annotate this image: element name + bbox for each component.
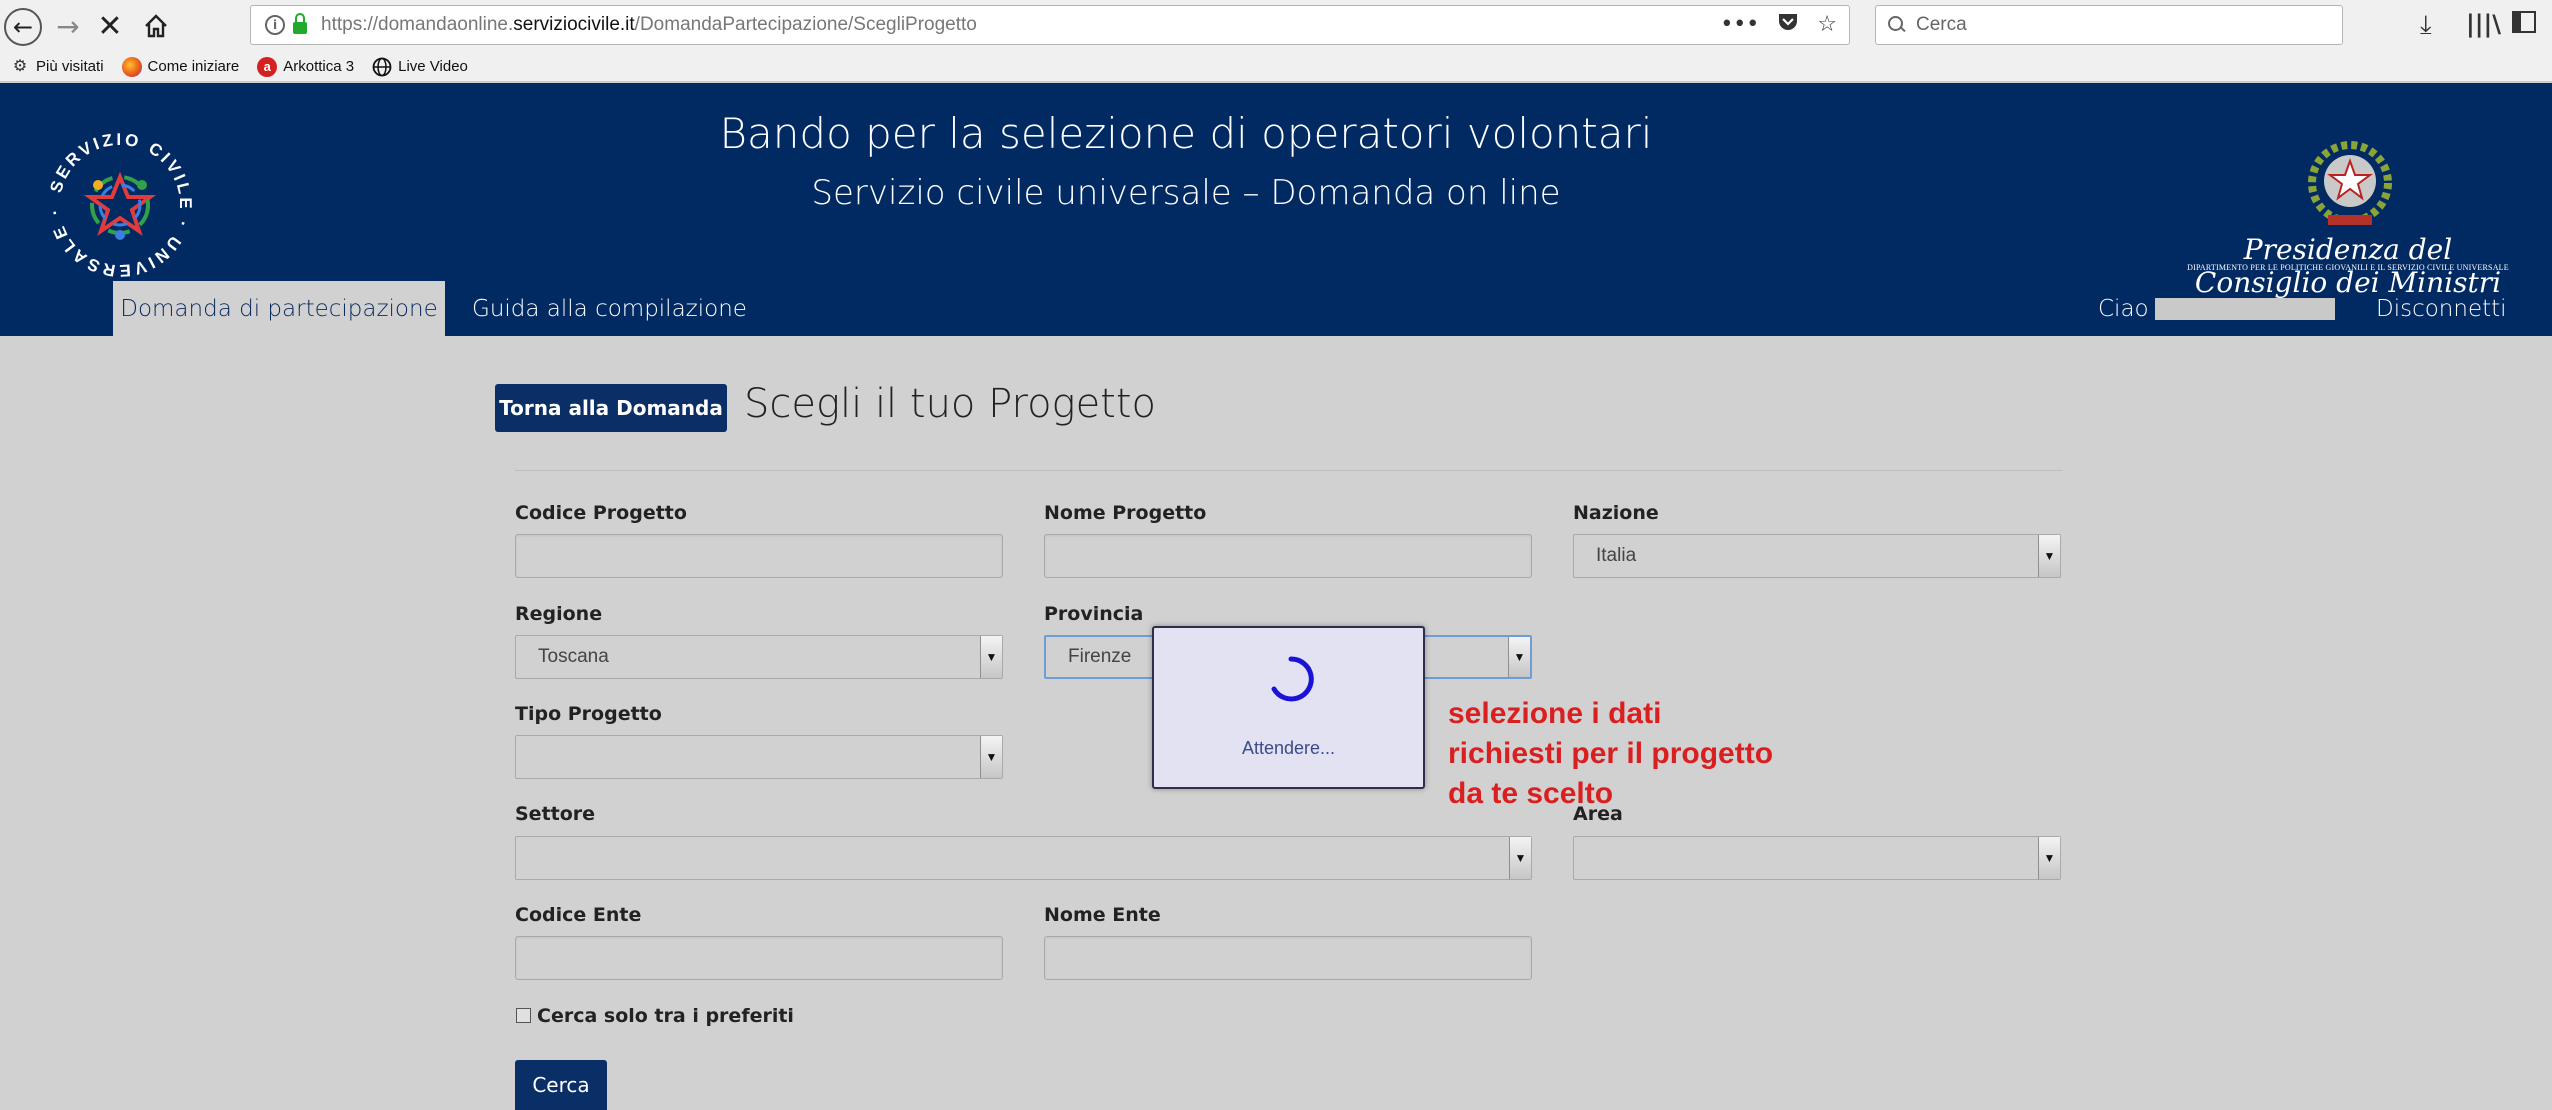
sidebar-icon[interactable] — [2512, 10, 2536, 40]
loading-text: Attendere... — [1241, 738, 1336, 758]
nazione-select[interactable]: Italia ▼ — [1573, 534, 2061, 578]
stop-loading-icon[interactable]: ✕ — [92, 8, 128, 44]
nome-ente-label: Nome Ente — [1044, 904, 1161, 926]
tab-domanda-partecipazione[interactable]: Domanda di partecipazione — [113, 281, 445, 336]
header-subtitle: Servizio civile universale – Domanda on … — [811, 173, 1561, 213]
page-actions-icon[interactable]: ••• — [1720, 12, 1759, 38]
back-to-application-button[interactable]: Torna alla Domanda — [495, 384, 727, 432]
address-bar[interactable]: i https://domandaonline.serviziocivile.i… — [250, 5, 1850, 45]
codice-ente-input[interactable] — [515, 936, 1003, 980]
forward-arrow-icon[interactable]: → — [50, 8, 86, 44]
settore-select[interactable]: ▼ — [515, 836, 1532, 880]
bookmarks-toolbar: ⚙ Più visitati Come iniziare a Arkottica… — [0, 52, 2552, 82]
codice-ente-label: Codice Ente — [515, 904, 642, 926]
lock-icon — [293, 13, 307, 34]
firefox-icon — [121, 56, 142, 77]
browser-toolbar: ← → ✕ i https://domandaonline.servizioci… — [0, 0, 2552, 52]
settore-label: Settore — [515, 803, 596, 825]
provincia-label: Provincia — [1044, 603, 1144, 625]
page-title: Scegli il tuo Progetto — [744, 381, 1157, 427]
dropdown-arrow-icon[interactable]: ▼ — [980, 736, 1002, 778]
bookmark-most-visited[interactable]: ⚙ Più visitati — [10, 57, 104, 77]
nome-progetto-label: Nome Progetto — [1044, 502, 1207, 524]
tipo-progetto-select[interactable]: ▼ — [515, 735, 1003, 779]
back-arrow-icon[interactable]: ← — [4, 8, 42, 46]
header-title: Bando per la selezione di operatori volo… — [719, 109, 1653, 158]
nazione-label: Nazione — [1573, 502, 1659, 524]
search-input[interactable]: Cerca — [1916, 14, 1967, 36]
bookmark-getting-started[interactable]: Come iniziare — [121, 56, 239, 77]
redacted-username — [2154, 297, 2335, 320]
loading-spinner-icon — [1271, 656, 1314, 702]
codice-progetto-label: Codice Progetto — [515, 502, 687, 524]
logout-link[interactable]: Disconnetti — [2376, 281, 2507, 336]
presidency-department: DIPARTIMENTO PER LE POLITICHE GIOVANILI … — [2187, 263, 2509, 272]
dropdown-arrow-icon[interactable]: ▼ — [1509, 837, 1531, 879]
tipo-progetto-label: Tipo Progetto — [515, 703, 662, 725]
nome-progetto-input[interactable] — [1044, 534, 1532, 578]
italian-republic-emblem-icon — [2300, 135, 2400, 235]
site-header: SERVIZIO CIVILE · UNIVERSALE · Bando per… — [0, 83, 2552, 336]
dropdown-arrow-icon[interactable]: ▼ — [2038, 535, 2060, 577]
search-bar[interactable]: Cerca — [1875, 5, 2343, 45]
dropdown-arrow-icon[interactable]: ▼ — [980, 636, 1002, 678]
loading-dialog: Attendere... — [1152, 626, 1425, 789]
area-select[interactable]: ▼ — [1573, 836, 2061, 880]
tab-guida-compilazione[interactable]: Guida alla compilazione — [472, 281, 747, 336]
dropdown-arrow-icon[interactable]: ▼ — [2038, 837, 2060, 879]
download-icon[interactable]: ⤓ — [2420, 10, 2432, 41]
nome-ente-input[interactable] — [1044, 936, 1532, 980]
regione-label: Regione — [515, 603, 603, 625]
regione-select[interactable]: Toscana ▼ — [515, 635, 1003, 679]
codice-progetto-input[interactable] — [515, 534, 1003, 578]
search-icon — [1888, 16, 1906, 34]
gear-icon: ⚙ — [12, 57, 28, 75]
bookmark-star-icon[interactable]: ☆ — [1817, 12, 1837, 38]
dropdown-arrow-icon[interactable]: ▼ — [1508, 637, 1530, 677]
url-text[interactable]: https://domandaonline.serviziocivile.it/… — [321, 14, 977, 36]
user-greeting: Ciao — [2098, 281, 2335, 336]
search-button[interactable]: Cerca — [515, 1060, 607, 1110]
arkottica-icon: a — [257, 56, 278, 77]
favorites-checkbox[interactable] — [516, 1008, 531, 1023]
bookmark-live-video[interactable]: Live Video — [372, 57, 468, 77]
favorites-checkbox-label[interactable]: Cerca solo tra i preferiti — [537, 1005, 794, 1027]
site-info-icon[interactable]: i — [265, 15, 285, 35]
instruction-annotation: selezione i dati richiesti per il proget… — [1448, 697, 1774, 810]
home-icon[interactable] — [138, 8, 174, 44]
globe-icon — [372, 57, 392, 77]
divider — [515, 470, 2063, 471]
bookmark-arkottica[interactable]: a Arkottica 3 — [257, 56, 354, 77]
pocket-icon[interactable] — [1777, 12, 1799, 38]
library-icon[interactable]: |||\ — [2466, 10, 2501, 38]
